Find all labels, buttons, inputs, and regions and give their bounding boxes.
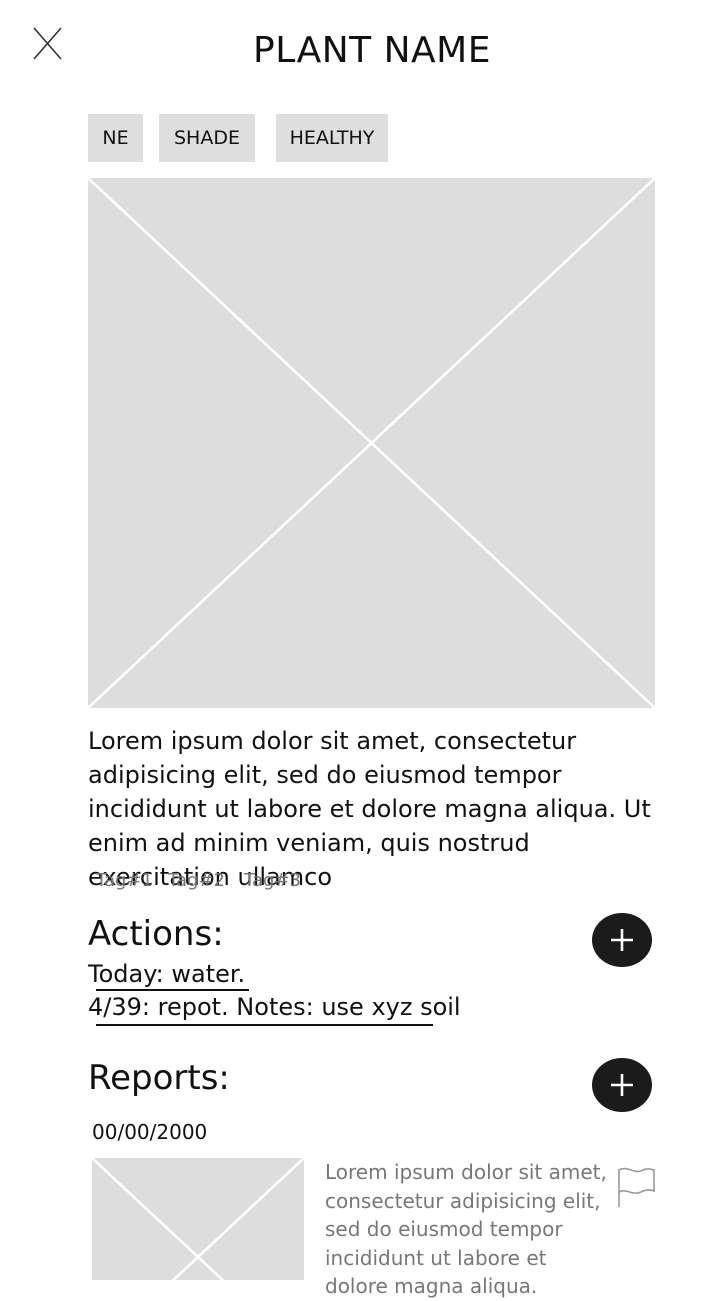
- plant-description: Lorem ipsum dolor sit amet, consectetur …: [88, 727, 651, 891]
- reports-heading: Reports:: [88, 1058, 230, 1098]
- status-chip-sun[interactable]: NE: [88, 114, 143, 162]
- plus-icon: [611, 929, 633, 951]
- tag-2[interactable]: Tag#2: [168, 870, 225, 891]
- plus-icon: [611, 1074, 633, 1096]
- action-item-underline: [96, 989, 249, 991]
- status-chip-shade[interactable]: SHADE: [159, 114, 255, 162]
- flag-report-button[interactable]: [615, 1165, 657, 1209]
- add-action-button[interactable]: [592, 913, 652, 967]
- action-item-underline: [96, 1024, 433, 1026]
- tag-1[interactable]: Tag#1: [96, 870, 153, 891]
- report-image-placeholder[interactable]: [92, 1158, 304, 1280]
- tag-3[interactable]: Tag#3: [244, 870, 301, 891]
- plant-image-placeholder: [88, 178, 655, 708]
- action-item[interactable]: Today: water.: [88, 960, 245, 988]
- add-report-button[interactable]: [592, 1058, 652, 1112]
- flag-icon: [618, 1167, 655, 1207]
- status-chip-health[interactable]: HEALTHY: [276, 114, 388, 162]
- actions-heading: Actions:: [88, 914, 224, 954]
- page-title: PLANT NAME: [253, 30, 491, 71]
- action-item[interactable]: 4/39: repot. Notes: use xyz soil: [88, 993, 461, 1021]
- report-date: 00/00/2000: [92, 1120, 208, 1144]
